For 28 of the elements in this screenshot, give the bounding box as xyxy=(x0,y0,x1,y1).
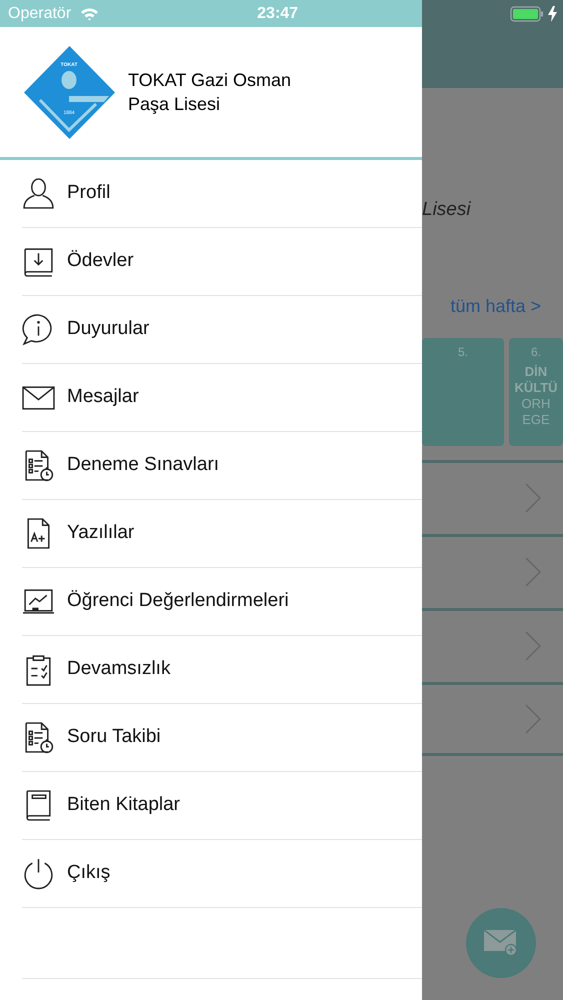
teacher-name: EGE xyxy=(522,412,550,428)
lesson-name: KÜLTÜ xyxy=(514,380,558,396)
menu-item[interactable]: Biten Kitaplar xyxy=(22,772,422,840)
chevron-right-icon xyxy=(525,483,541,513)
menu-item[interactable]: Öğrenci Değerlendirmeleri xyxy=(22,568,422,636)
chevron-right-icon xyxy=(525,704,541,734)
menu-item[interactable]: Mesajlar xyxy=(22,364,422,432)
chevron-right-icon xyxy=(525,557,541,587)
school-name: TOKAT Gazi Osman Paşa Lisesi xyxy=(128,69,292,116)
menu-item[interactable]: Yazılılar xyxy=(22,500,422,568)
lesson-number: 5. xyxy=(458,344,468,360)
menu-item[interactable]: Soru Takibi xyxy=(22,704,422,772)
menu-item[interactable]: Ödevler xyxy=(22,228,422,296)
lesson-number: 6. xyxy=(530,344,541,360)
page-subtitle: Lisesi xyxy=(422,198,471,222)
menu-item[interactable]: Devamsızlık xyxy=(22,636,422,704)
lesson-name: DİN xyxy=(524,364,548,380)
chevron-right-icon xyxy=(525,631,541,661)
menu-item[interactable]: Deneme Sınavları xyxy=(22,432,422,500)
carrier-name: Operatör xyxy=(8,4,72,24)
battery-icon xyxy=(510,6,544,22)
wifi-icon xyxy=(80,6,100,20)
power-icon xyxy=(22,857,55,890)
teacher-name: ORH xyxy=(522,396,550,412)
person-icon xyxy=(22,177,55,210)
clock-time: 23:47 xyxy=(257,4,298,24)
new-mail-icon xyxy=(484,930,518,956)
charging-icon xyxy=(548,6,557,22)
